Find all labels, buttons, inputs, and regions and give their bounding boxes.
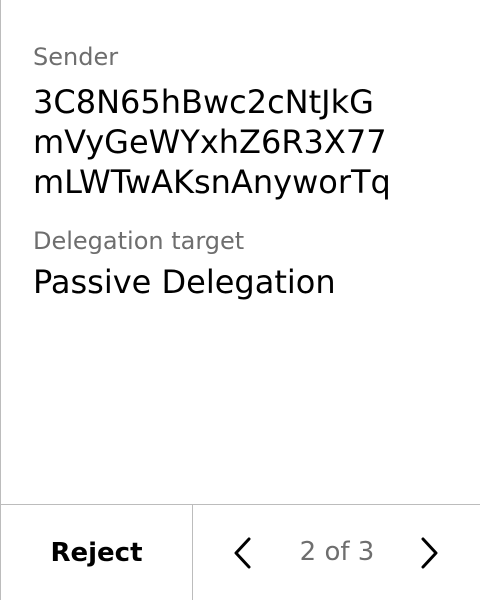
sender-address-line-3: mLWTwAKsnAnyworTq (33, 163, 391, 201)
delegation-target-value: Passive Delegation (33, 263, 336, 301)
transaction-details: Sender 3C8N65hBwc2cNtJkG mVyGeWYxhZ6R3X7… (33, 40, 460, 302)
sender-address: 3C8N65hBwc2cNtJkG mVyGeWYxhZ6R3X77 mLWTw… (33, 82, 460, 202)
previous-page-button[interactable] (223, 533, 263, 573)
pagination: 2 of 3 (193, 505, 480, 600)
chevron-right-icon (421, 537, 438, 569)
next-page-button[interactable] (409, 533, 449, 573)
chevron-left-icon (234, 537, 251, 569)
sender-address-line-2: mVyGeWYxhZ6R3X77 (33, 123, 387, 161)
sender-address-line-1: 3C8N65hBwc2cNtJkG (33, 83, 374, 121)
page-indicator: 2 of 3 (299, 537, 375, 567)
sender-label: Sender (33, 43, 119, 71)
delegation-target-label: Delegation target (33, 227, 245, 255)
transaction-review-screen: Sender 3C8N65hBwc2cNtJkG mVyGeWYxhZ6R3X7… (0, 0, 480, 600)
action-footer: Reject 2 of 3 (1, 504, 480, 600)
reject-button[interactable]: Reject (1, 505, 193, 600)
